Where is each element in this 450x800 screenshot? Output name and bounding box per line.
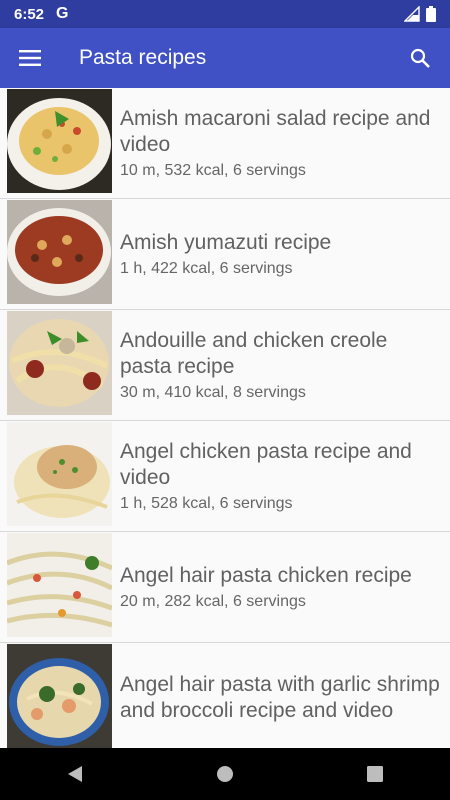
recipe-list[interactable]: Amish macaroni salad recipe and video 10…: [0, 88, 450, 748]
page-title: Pasta recipes: [79, 46, 207, 69]
recipe-title: Angel chicken pasta recipe and video: [120, 440, 412, 489]
recipe-title: Amish macaroni salad recipe and video: [120, 107, 431, 156]
back-icon: [68, 766, 82, 782]
recipe-item[interactable]: Amish yumazuti recipe 1 h, 422 kcal, 6 s…: [0, 199, 450, 310]
status-time: 6:52: [14, 5, 45, 23]
recipe-meta: 1 h, 528 kcal, 6 servings: [120, 495, 293, 512]
recipe-title: Angel hair pasta with garlic shrimp and …: [120, 673, 440, 722]
recipe-item[interactable]: Amish macaroni salad recipe and video 10…: [0, 88, 450, 199]
recipe-thumbnail: [7, 311, 112, 415]
recipe-item[interactable]: Angel hair pasta with garlic shrimp and …: [0, 643, 450, 748]
home-icon: [217, 766, 233, 782]
recipe-title: Andouille and chicken creole pasta recip…: [120, 329, 388, 378]
recipe-thumbnail: [7, 644, 112, 748]
recipe-meta: 30 m, 410 kcal, 8 servings: [120, 384, 306, 401]
google-icon: G: [56, 5, 69, 22]
menu-button[interactable]: [0, 28, 60, 88]
recipe-meta: 1 h, 422 kcal, 6 servings: [120, 260, 293, 277]
status-bar: 6:52 G: [0, 0, 450, 28]
search-button[interactable]: [400, 38, 440, 78]
search-icon: [410, 48, 430, 68]
recipe-item[interactable]: Andouille and chicken creole pasta recip…: [0, 310, 450, 421]
recents-icon: [367, 766, 383, 782]
nav-home-button[interactable]: [195, 748, 255, 800]
navigation-bar: [0, 748, 450, 800]
recipe-thumbnail: [7, 89, 112, 193]
recipe-thumbnail: [7, 533, 112, 637]
app-bar: Pasta recipes: [0, 28, 450, 88]
recipe-title: Amish yumazuti recipe: [120, 231, 332, 254]
nav-recents-button[interactable]: [345, 748, 405, 800]
recipe-meta: 20 m, 282 kcal, 6 servings: [120, 593, 306, 610]
hamburger-icon: [19, 50, 41, 66]
recipe-thumbnail: [7, 422, 112, 526]
signal-icon: [404, 6, 420, 22]
recipe-item[interactable]: Angel chicken pasta recipe and video 1 h…: [0, 421, 450, 532]
status-icons: [404, 6, 436, 22]
nav-back-button[interactable]: [45, 748, 105, 800]
recipe-item[interactable]: Angel hair pasta chicken recipe 20 m, 28…: [0, 532, 450, 643]
battery-icon: [426, 6, 436, 22]
recipe-thumbnail: [7, 200, 112, 304]
recipe-title: Angel hair pasta chicken recipe: [120, 564, 412, 587]
recipe-meta: 10 m, 532 kcal, 6 servings: [120, 162, 306, 179]
